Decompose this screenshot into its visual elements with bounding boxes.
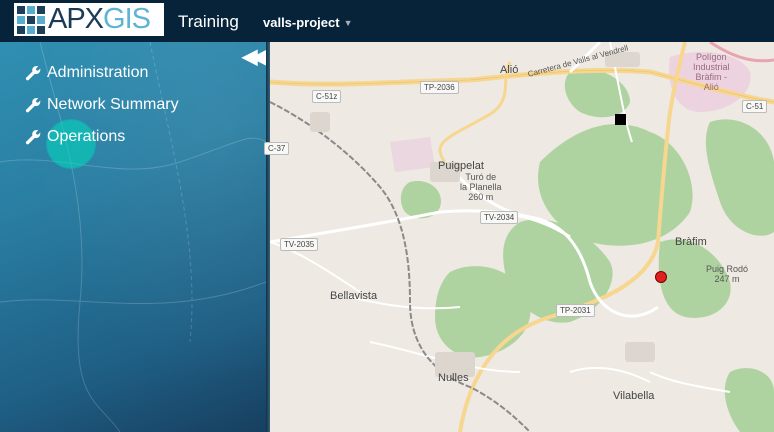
place-label: Vilabella (613, 390, 655, 402)
wrench-icon (25, 97, 41, 112)
sidebar-item-operations[interactable]: Operations (25, 128, 125, 146)
sidebar-item-label: Operations (47, 128, 126, 145)
place-label: Puigpelat (438, 160, 484, 172)
place-label: Nulles (438, 372, 469, 384)
sidebar-item-network-summary[interactable]: Network Summary (25, 96, 179, 114)
logo-text: APXGIS (48, 3, 151, 35)
map-marker-circle[interactable] (655, 271, 667, 283)
project-name: valls-project (263, 15, 340, 30)
place-label: Polígon Industrial Bràfim - Alió (693, 52, 730, 92)
road-tag: TP-2036 (420, 81, 459, 94)
top-navbar: APXGIS Training valls-project ▼ (0, 0, 774, 42)
project-dropdown[interactable]: valls-project ▼ (263, 15, 353, 30)
place-label: Alió (500, 64, 519, 76)
road-tag: C-37 (264, 142, 290, 155)
road-tag: TV-2035 (280, 238, 319, 251)
road-tag: C-51 (742, 100, 768, 113)
sidebar-item-label: Network Summary (47, 96, 179, 113)
map-view[interactable]: Alió Carretera de Valls al Vendrell Puig… (264, 42, 774, 432)
logo-grid-icon (17, 5, 45, 34)
apxgis-logo[interactable]: APXGIS (14, 3, 164, 36)
road-tag: TP-2031 (556, 304, 595, 317)
wrench-icon (25, 129, 41, 144)
sidebar-item-administration[interactable]: Administration (25, 64, 148, 82)
place-label: Bràfim (675, 236, 707, 248)
road-tag: TV-2034 (480, 211, 519, 224)
place-label: Turó de la Planella 260 m (460, 172, 502, 202)
place-label: Puig Rodó 247 m (706, 264, 749, 284)
road-tag: C-51z (312, 90, 342, 103)
wrench-icon (25, 65, 41, 80)
map-marker-square[interactable] (615, 114, 626, 125)
sidebar-item-label: Administration (47, 64, 149, 81)
collapse-sidebar-icon[interactable]: ◀◀ (242, 44, 266, 69)
caret-down-icon: ▼ (343, 18, 353, 28)
place-label: Bellavista (330, 290, 378, 302)
app-title[interactable]: Training (178, 12, 239, 32)
